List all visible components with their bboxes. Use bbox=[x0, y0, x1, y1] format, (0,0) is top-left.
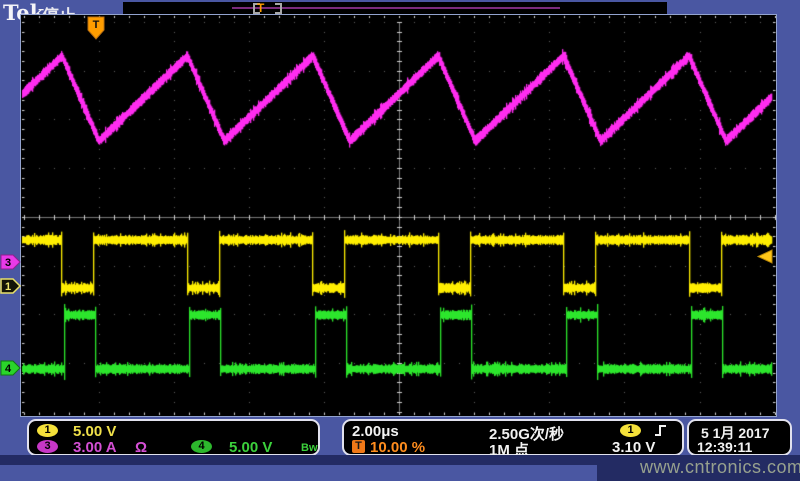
watermark: www.cntronics.com bbox=[640, 457, 800, 478]
horizontal-trigger-panel[interactable]: 2.00μs T 10.00 % 2.50G次/秒 1M 点 1 3.10 V bbox=[342, 419, 684, 456]
ch4-badge[interactable]: 4 bbox=[191, 440, 212, 453]
oscilloscope-screen: Tek 停止 T T 3 1 4 1 5.00 V 3 3.00 A Ω 4 5… bbox=[0, 0, 800, 481]
channel1-marker-label: 1 bbox=[5, 281, 11, 293]
ch3-badge[interactable]: 3 bbox=[37, 440, 58, 453]
channel4-marker-label: 4 bbox=[5, 363, 12, 375]
ch4-bandwidth-indicator: Bw bbox=[301, 442, 318, 454]
trigger-level-arrow-shape bbox=[758, 250, 772, 263]
rising-edge-icon bbox=[653, 423, 669, 438]
trigger-level-value: 3.10 V bbox=[612, 439, 655, 456]
ch3-impedance: Ω bbox=[135, 439, 147, 456]
time-value: 12:39:11 bbox=[697, 439, 752, 455]
horizontal-position-value: 10.00 % bbox=[370, 439, 425, 456]
ch1-scale: 5.00 V bbox=[73, 423, 116, 440]
channel3-marker-label: 3 bbox=[5, 257, 11, 269]
channel3-marker[interactable]: 3 bbox=[0, 254, 22, 271]
trigger-position-flag[interactable]: T bbox=[87, 16, 106, 41]
ch4-scale: 5.00 V bbox=[229, 439, 272, 456]
channel4-marker[interactable]: 4 bbox=[0, 360, 22, 377]
trigger-source-badge[interactable]: 1 bbox=[620, 424, 641, 437]
trigger-flag-label: T bbox=[93, 19, 100, 31]
datetime-panel[interactable]: 5 1月 2017 12:39:11 bbox=[687, 419, 792, 456]
waveform-display bbox=[21, 15, 776, 416]
trigger-level-arrow[interactable] bbox=[756, 249, 773, 264]
ch3-scale: 3.00 A bbox=[73, 439, 117, 456]
record-window-right-bracket bbox=[275, 3, 282, 14]
horizontal-position-icon: T bbox=[352, 440, 365, 453]
ch1-badge[interactable]: 1 bbox=[37, 424, 58, 437]
timebase-value: 2.00μs bbox=[352, 423, 399, 440]
vertical-settings-panel[interactable]: 1 5.00 V 3 3.00 A Ω 4 5.00 V Bw bbox=[27, 419, 320, 456]
channel1-marker[interactable]: 1 bbox=[0, 278, 22, 295]
